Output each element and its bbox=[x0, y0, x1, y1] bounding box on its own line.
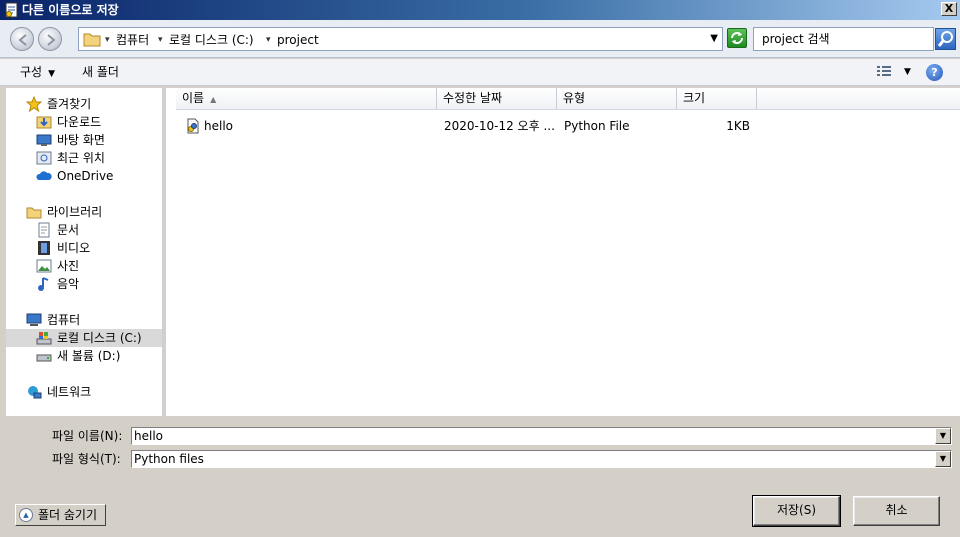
sort-ascending-icon: ▲ bbox=[210, 95, 217, 104]
film-icon bbox=[38, 241, 50, 255]
desktop-icon bbox=[36, 134, 52, 146]
back-arrow-icon bbox=[18, 34, 27, 46]
column-header-size[interactable]: 크기 bbox=[677, 88, 757, 110]
hide-folders-button[interactable]: ▲ 폴더 숨기기 bbox=[15, 504, 106, 526]
file-size: 1KB bbox=[726, 119, 750, 133]
nav-label: 다운로드 bbox=[57, 115, 102, 129]
filetype-value: Python files bbox=[134, 452, 204, 466]
cancel-button[interactable]: 취소 bbox=[853, 496, 940, 526]
computer-icon bbox=[26, 313, 42, 326]
document-icon bbox=[38, 222, 50, 238]
chevron-up-icon: ▲ bbox=[19, 508, 33, 522]
column-header-type[interactable]: 유형 bbox=[557, 88, 677, 110]
file-type: Python File bbox=[564, 119, 630, 133]
picture-icon bbox=[36, 259, 52, 273]
music-note-icon bbox=[38, 277, 49, 291]
recent-places-icon bbox=[36, 151, 52, 165]
organize-label: 구성 bbox=[20, 65, 43, 79]
drive-icon bbox=[36, 354, 52, 362]
address-bar[interactable]: ▾ 컴퓨터 ▾ 로컬 디스크 (C:) ▾ project ▼ bbox=[78, 27, 723, 51]
address-row: ▾ 컴퓨터 ▾ 로컬 디스크 (C:) ▾ project ▼ project … bbox=[0, 20, 960, 58]
nav-label: 로컬 디스크 (C:) bbox=[57, 331, 142, 345]
forward-arrow-icon bbox=[47, 34, 56, 46]
filename-value: hello bbox=[134, 429, 163, 443]
nav-label: OneDrive bbox=[57, 169, 114, 183]
new-folder-button[interactable]: 새 폴더 bbox=[82, 64, 119, 80]
nav-local-disk-c[interactable]: 로컬 디스크 (C:) bbox=[6, 329, 162, 347]
nav-label: 문서 bbox=[57, 223, 80, 237]
star-icon bbox=[26, 96, 42, 112]
view-dropdown-icon[interactable]: ▼ bbox=[904, 64, 911, 80]
back-button[interactable] bbox=[10, 27, 34, 51]
breadcrumb-separator-icon[interactable]: ▾ bbox=[105, 32, 110, 48]
file-modified: 2020-10-12 오후 ... bbox=[444, 119, 554, 133]
save-form: 파일 이름(N): hello ▼ 파일 형식(T): Python files… bbox=[0, 416, 960, 537]
file-name: hello bbox=[204, 119, 233, 133]
breadcrumb-project[interactable]: project bbox=[277, 32, 319, 48]
refresh-button[interactable] bbox=[727, 28, 747, 48]
organize-menu[interactable]: 구성 ▼ bbox=[20, 64, 55, 82]
help-button[interactable]: ? bbox=[926, 64, 943, 81]
breadcrumb-local-disk[interactable]: 로컬 디스크 (C:) bbox=[169, 32, 254, 48]
breadcrumb-separator-icon[interactable]: ▾ bbox=[266, 32, 271, 48]
downloads-icon bbox=[36, 116, 52, 129]
nav-label: 음악 bbox=[57, 277, 80, 291]
nav-label: 라이브러리 bbox=[47, 205, 103, 219]
breadcrumb-separator-icon[interactable]: ▾ bbox=[158, 32, 163, 48]
file-list[interactable]: 이름 ▲ 수정한 날짜 유형 크기 hello 2020-10-12 오후 ...… bbox=[166, 88, 960, 416]
nav-label: 최근 위치 bbox=[57, 151, 105, 165]
breadcrumb-computer[interactable]: 컴퓨터 bbox=[116, 32, 149, 48]
filename-field[interactable]: hello ▼ bbox=[131, 427, 952, 445]
column-header-name[interactable]: 이름 ▲ bbox=[176, 88, 437, 110]
nav-label: 새 볼륨 (D:) bbox=[57, 349, 121, 363]
network-icon bbox=[28, 386, 42, 399]
close-button[interactable]: X bbox=[941, 2, 957, 16]
nav-label: 컴퓨터 bbox=[47, 313, 81, 327]
nav-label: 네트워크 bbox=[47, 385, 92, 399]
drive-icon bbox=[36, 332, 52, 345]
library-icon bbox=[26, 207, 42, 219]
search-icon bbox=[937, 31, 953, 47]
nav-label: 즐겨찾기 bbox=[47, 97, 92, 111]
filetype-label: 파일 형식(T): bbox=[52, 452, 121, 466]
chevron-down-icon[interactable]: ▼ bbox=[935, 428, 951, 444]
address-dropdown-icon[interactable]: ▼ bbox=[710, 31, 718, 47]
cloud-icon bbox=[36, 171, 52, 180]
python-file-icon bbox=[187, 118, 199, 134]
python-app-icon bbox=[5, 2, 18, 18]
chevron-down-icon: ▼ bbox=[48, 69, 56, 79]
navigation-pane[interactable]: 즐겨찾기 다운로드 바탕 화면 최근 위치 OneDrive 라이브러리 문서 … bbox=[6, 88, 163, 416]
nav-label: 사진 bbox=[57, 259, 80, 273]
forward-button[interactable] bbox=[38, 27, 62, 51]
column-header-empty bbox=[757, 88, 960, 110]
refresh-icon bbox=[731, 32, 743, 44]
folder-icon bbox=[83, 33, 101, 47]
filetype-select[interactable]: Python files ▼ bbox=[131, 450, 952, 468]
chevron-down-icon[interactable]: ▼ bbox=[935, 451, 951, 467]
search-button[interactable] bbox=[935, 28, 956, 50]
toolbar: 구성 ▼ 새 폴더 ▼ ? bbox=[0, 59, 960, 86]
window-title: 다른 이름으로 저장 bbox=[22, 3, 119, 17]
hide-folders-label: 폴더 숨기기 bbox=[38, 508, 98, 522]
search-input[interactable]: project 검색 bbox=[753, 27, 934, 51]
column-header-modified[interactable]: 수정한 날짜 bbox=[437, 88, 557, 110]
save-button[interactable]: 저장(S) bbox=[752, 495, 841, 527]
title-bar: 다른 이름으로 저장 X bbox=[0, 0, 960, 20]
column-label: 이름 bbox=[182, 91, 205, 105]
view-options-icon[interactable] bbox=[876, 65, 892, 79]
filename-label: 파일 이름(N): bbox=[52, 429, 123, 443]
nav-label: 바탕 화면 bbox=[57, 133, 105, 147]
nav-label: 비디오 bbox=[57, 241, 91, 255]
